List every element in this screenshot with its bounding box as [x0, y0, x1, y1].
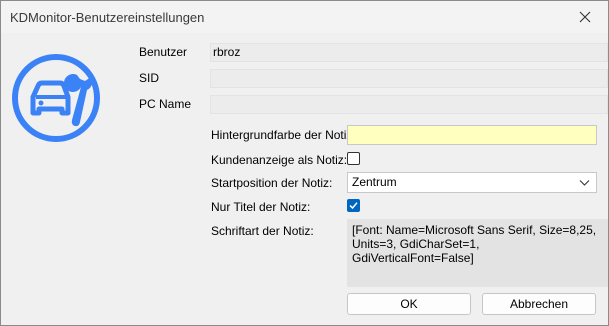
- customer-display-checkbox[interactable]: [347, 152, 360, 165]
- pc-name-label: PC Name: [139, 97, 192, 111]
- car-wrench-logo-icon: [12, 54, 100, 142]
- sid-label: SID: [139, 71, 160, 85]
- checkmark-icon: [349, 202, 358, 210]
- user-label: Benutzer: [139, 45, 188, 59]
- bg-color-label: Hintergrundfarbe der Notiz:: [211, 128, 356, 142]
- sid-field[interactable]: [210, 69, 608, 88]
- start-position-value: Zentrum: [352, 175, 397, 189]
- close-icon: [579, 11, 591, 23]
- cancel-button[interactable]: Abbrechen: [482, 293, 596, 315]
- close-button[interactable]: [562, 1, 608, 33]
- font-label: Schriftart der Notiz:: [211, 224, 314, 238]
- bg-color-field[interactable]: [347, 125, 597, 145]
- pc-name-field[interactable]: [210, 95, 608, 114]
- user-field[interactable]: rbroz: [210, 43, 608, 62]
- start-position-select[interactable]: Zentrum: [347, 172, 597, 193]
- window-title: KDMonitor-Benutzereinstellungen: [10, 10, 205, 25]
- font-display-field[interactable]: [Font: Name=Microsoft Sans Serif, Size=8…: [347, 219, 608, 287]
- settings-dialog: KDMonitor-Benutzereinstellungen Benutzer…: [0, 0, 609, 326]
- chevron-down-icon: [579, 180, 590, 186]
- title-bar[interactable]: KDMonitor-Benutzereinstellungen: [1, 1, 608, 33]
- start-position-label: Startposition der Notiz:: [211, 176, 333, 190]
- customer-display-label: Kundenanzeige als Notiz:: [211, 153, 348, 167]
- ok-button[interactable]: OK: [347, 293, 471, 315]
- title-only-label: Nur Titel der Notiz:: [211, 200, 311, 214]
- title-only-checkbox[interactable]: [347, 199, 360, 212]
- dialog-content: Benutzer rbroz SID PC Name Hintergrundfa…: [1, 33, 608, 325]
